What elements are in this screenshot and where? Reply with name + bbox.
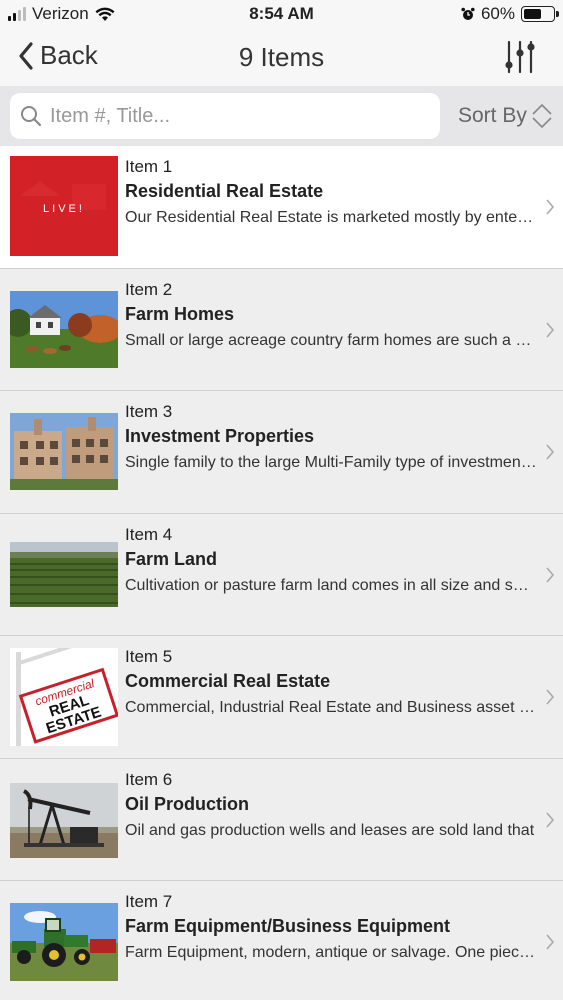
filter-sliders-icon[interactable]: [501, 38, 539, 76]
status-bar: Verizon 8:54 AM 60%: [0, 0, 563, 30]
search-bar: Sort By: [0, 86, 563, 146]
list-item[interactable]: Item 6 Oil Production Oil and gas produc…: [0, 758, 563, 881]
item-title: Farm Land: [125, 548, 218, 569]
sort-by-label: Sort By: [458, 104, 527, 127]
page-title: 9 Items: [238, 42, 325, 72]
chevron-right-icon: [546, 689, 555, 705]
battery-icon: [521, 6, 559, 22]
item-description: Our Residential Real Estate is marketed …: [125, 209, 537, 226]
item-title: Oil Production: [125, 793, 249, 814]
sort-arrows-icon: [532, 103, 552, 129]
live-banner-image: LIVE!: [10, 156, 118, 256]
oil-pump-photo: [10, 782, 118, 858]
chevron-right-icon: [546, 566, 555, 583]
list-item[interactable]: commercial REAL ESTATE Item 5 Commercial…: [0, 636, 563, 759]
live-text: LIVE!: [43, 203, 85, 215]
chevron-right-icon: [546, 444, 555, 460]
item-description: Single family to the large Multi-Family …: [125, 454, 537, 471]
list-item[interactable]: Item 2 Farm Homes Small or large acreage…: [0, 268, 563, 391]
item-text: Item 1 Residential Real Estate Our Resid…: [125, 156, 537, 230]
item-description: Cultivation or pasture farm land comes i…: [125, 576, 537, 594]
item-description: Oil and gas production wells and leases …: [125, 821, 535, 839]
item-number: Item 7: [125, 892, 173, 911]
status-right: 60%: [461, 4, 559, 24]
alarm-icon: [461, 7, 475, 20]
nav-bar: Back 9 Items: [0, 30, 563, 86]
apartment-building-photo: [10, 413, 118, 490]
list-item[interactable]: LIVE! Item 1 Residential Real Estate Our…: [0, 146, 563, 269]
battery-percent: 60%: [480, 4, 515, 23]
item-number: Item 5: [125, 647, 173, 666]
item-list: LIVE! Item 1 Residential Real Estate Our…: [0, 146, 563, 1000]
item-number: Item 4: [125, 524, 173, 544]
tractor-photo: [10, 903, 118, 981]
item-description: Small or large acreage country farm home…: [125, 331, 537, 349]
item-description: Commercial, Industrial Real Estate and B…: [125, 699, 537, 716]
chevron-right-icon: [546, 321, 555, 338]
item-title: Residential Real Estate: [125, 181, 324, 201]
item-number: Item 6: [125, 769, 173, 789]
search-input[interactable]: [50, 104, 410, 128]
search-icon: [21, 106, 42, 127]
item-description: Farm Equipment, modern, antique or salva…: [125, 944, 537, 961]
item-text: Item 6 Oil Production Oil and gas produc…: [125, 769, 537, 843]
item-text: Item 4 Farm Land Cultivation or pasture …: [125, 524, 537, 598]
item-text: Item 3 Investment Properties Single fami…: [125, 401, 537, 475]
battery-fill: [524, 9, 541, 19]
search-field[interactable]: [10, 93, 440, 139]
sort-by-button[interactable]: Sort By: [458, 103, 553, 129]
item-number: Item 1: [125, 157, 173, 176]
list-item[interactable]: Item 3 Investment Properties Single fami…: [0, 391, 563, 514]
item-title: Investment Properties: [125, 426, 315, 446]
chevron-right-icon: [546, 811, 555, 828]
item-title: Farm Equipment/Business Equipment: [125, 916, 451, 936]
chevron-right-icon: [546, 934, 555, 950]
item-text: Item 7 Farm Equipment/Business Equipment…: [125, 891, 537, 965]
commercial-sign-photo: commercial REAL ESTATE: [10, 648, 118, 746]
farm-field-photo: [10, 541, 118, 607]
item-text: Item 5 Commercial Real Estate Commercial…: [125, 646, 537, 720]
item-number: Item 2: [125, 279, 173, 299]
item-title: Commercial Real Estate: [125, 671, 331, 691]
item-text: Item 2 Farm Homes Small or large acreage…: [125, 279, 537, 353]
list-item[interactable]: Item 4 Farm Land Cultivation or pasture …: [0, 513, 563, 636]
item-number: Item 3: [125, 402, 173, 421]
item-title: Farm Homes: [125, 303, 235, 324]
list-item[interactable]: Item 7 Farm Equipment/Business Equipment…: [0, 881, 563, 1000]
chevron-right-icon: [546, 199, 555, 215]
farm-house-photo: [10, 290, 118, 368]
